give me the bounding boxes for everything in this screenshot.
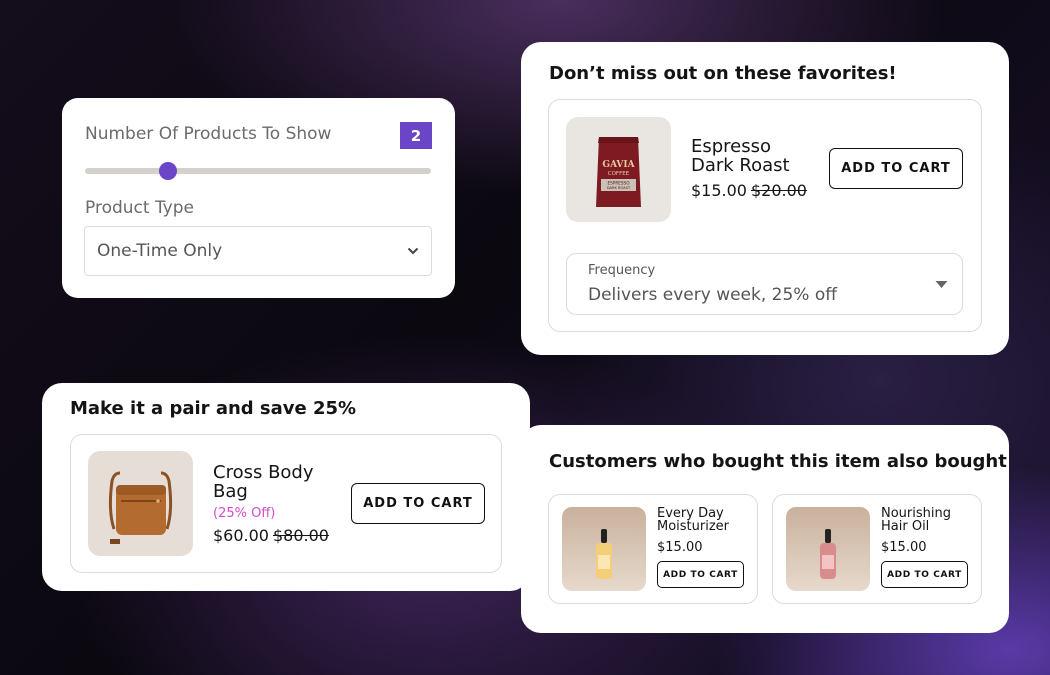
also-bought-card: Customers who bought this item also boug… xyxy=(521,425,1009,633)
bag-name-line2: Bag xyxy=(213,481,248,502)
bag-price: $60.00 $80.00 xyxy=(213,526,329,545)
products-count-slider[interactable] xyxy=(85,162,431,180)
products-count-label: Number Of Products To Show xyxy=(85,124,332,144)
frequency-value: Delivers every week, 25% off xyxy=(588,285,837,305)
hair-oil-product-name[interactable]: Nourishing Hair Oil xyxy=(881,507,951,533)
product-type-select[interactable]: One-Time Only xyxy=(84,226,432,276)
also-bought-item: Every Day Moisturizer $15.00 ADD TO CART xyxy=(548,494,758,604)
favorites-product-box: GAVIA COFFEE ESPRESSO DARK ROAST Espress… xyxy=(548,99,982,332)
bag-product-name[interactable]: Cross Body Bag xyxy=(213,463,314,501)
slider-thumb[interactable] xyxy=(159,162,178,180)
product-type-value: One-Time Only xyxy=(97,241,223,261)
pair-title: Make it a pair and save 25% xyxy=(70,398,357,419)
frequency-select[interactable]: Frequency Delivers every week, 25% off xyxy=(566,253,963,315)
moisturizer-product-name[interactable]: Every Day Moisturizer xyxy=(657,507,729,533)
bag-tag-line1: ESPRESSO xyxy=(608,181,631,186)
crossbody-bag-icon xyxy=(108,471,173,544)
moisturizer-price: $15.00 xyxy=(657,540,703,555)
moisturizer-product-image[interactable] xyxy=(562,507,646,591)
dropper-bottle-icon xyxy=(596,529,612,579)
product-type-label: Product Type xyxy=(85,198,194,218)
bag-product-image[interactable] xyxy=(88,451,193,556)
bag-name-line1: Cross Body xyxy=(213,462,314,483)
favorites-card: Don’t miss out on these favorites! GAVIA… xyxy=(521,42,1009,355)
products-count-badge: 2 xyxy=(400,122,432,149)
coffee-bag-icon: GAVIA COFFEE ESPRESSO DARK ROAST xyxy=(596,137,641,207)
bag-old-price: $80.00 xyxy=(272,526,329,545)
product-settings-card: Number Of Products To Show 2 Product Typ… xyxy=(62,98,455,298)
espresso-product-name[interactable]: Espresso Dark Roast xyxy=(691,137,790,175)
pair-offer-card: Make it a pair and save 25% Cross Body B… xyxy=(42,383,530,591)
dropper-bottle-icon xyxy=(820,529,836,579)
espresso-add-to-cart-button[interactable]: ADD TO CART xyxy=(829,148,963,189)
also-bought-item: Nourishing Hair Oil $15.00 ADD TO CART xyxy=(772,494,982,604)
hair-oil-product-image[interactable] xyxy=(786,507,870,591)
hair-oil-add-to-cart-button[interactable]: ADD TO CART xyxy=(881,561,968,588)
espresso-price: $15.00 $20.00 xyxy=(691,181,807,200)
moisturizer-add-to-cart-button[interactable]: ADD TO CART xyxy=(657,561,744,588)
pair-product-box: Cross Body Bag (25% Off) $60.00 $80.00 AD… xyxy=(70,434,502,573)
espresso-name-line1: Espresso xyxy=(691,136,772,157)
espresso-name-line2: Dark Roast xyxy=(691,155,790,176)
espresso-current-price: $15.00 xyxy=(691,181,747,200)
bag-add-to-cart-button[interactable]: ADD TO CART xyxy=(351,483,485,524)
espresso-old-price: $20.00 xyxy=(750,181,807,200)
frequency-label: Frequency xyxy=(588,263,656,278)
also-bought-title: Customers who bought this item also boug… xyxy=(549,451,1007,472)
hair-oil-price: $15.00 xyxy=(881,540,927,555)
bag-discount-label: (25% Off) xyxy=(213,506,276,521)
bag-current-price: $60.00 xyxy=(213,526,269,545)
bag-brand-text: GAVIA xyxy=(602,160,635,170)
moisturizer-name-line2: Moisturizer xyxy=(657,519,730,534)
favorites-title: Don’t miss out on these favorites! xyxy=(549,63,897,84)
hair-oil-name-line2: Hair Oil xyxy=(881,519,930,534)
bag-tag-line2: DARK ROAST xyxy=(607,186,631,190)
bag-sub-text: COFFEE xyxy=(608,171,630,177)
chevron-down-icon xyxy=(407,247,419,255)
espresso-product-image[interactable]: GAVIA COFFEE ESPRESSO DARK ROAST xyxy=(566,117,671,222)
caret-down-icon xyxy=(935,281,948,288)
